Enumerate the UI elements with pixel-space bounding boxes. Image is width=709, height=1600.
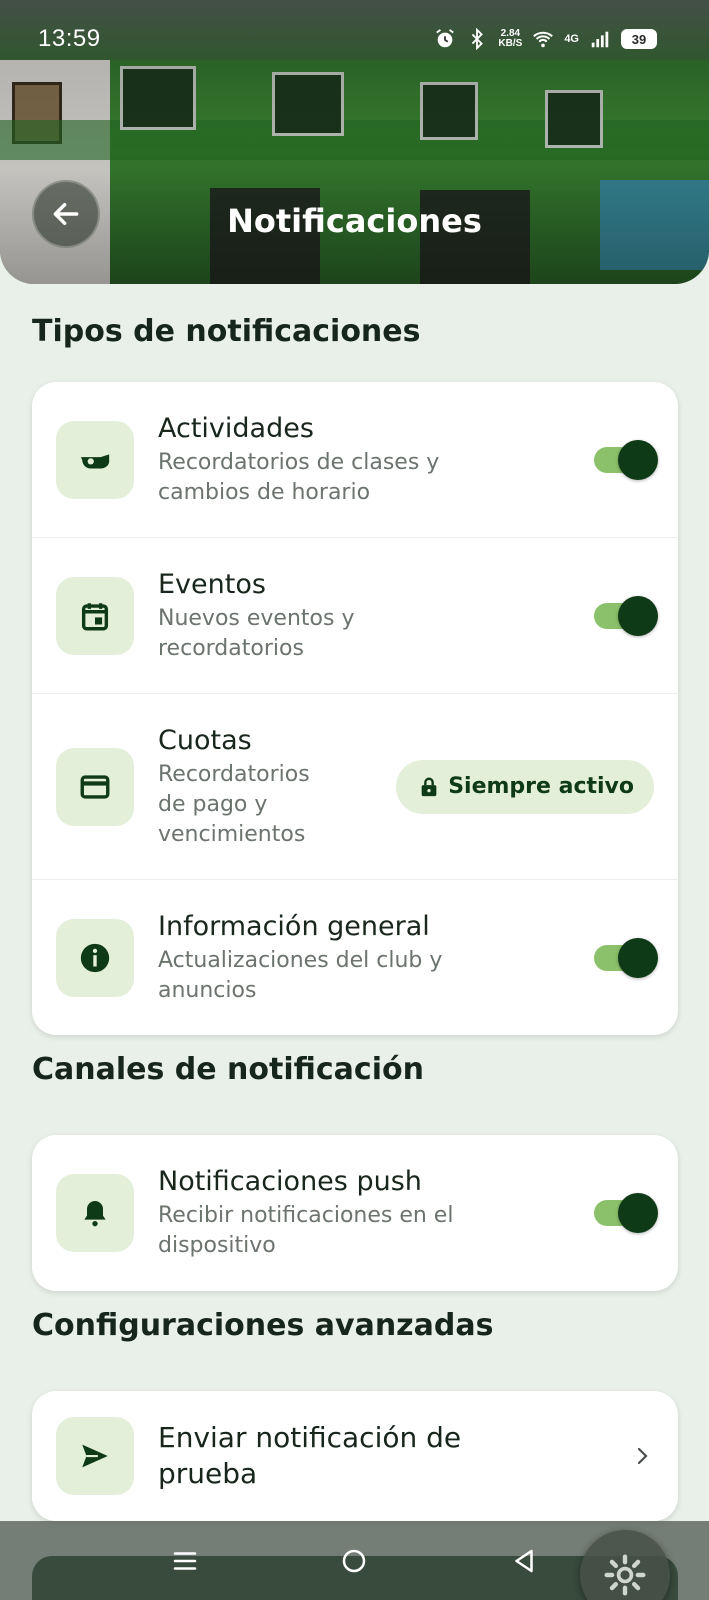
credit-card-icon bbox=[80, 774, 110, 799]
row-text: Actividades Recordatorios de clases y ca… bbox=[158, 412, 582, 508]
advanced-settings-card: Enviar notificación de prueba bbox=[32, 1391, 678, 1521]
row-informacion-general[interactable]: Información general Actualizaciones del … bbox=[32, 880, 678, 1035]
row-text: Información general Actualizaciones del … bbox=[158, 910, 582, 1006]
row-subtitle: Nuevos eventos y recordatorios bbox=[158, 604, 582, 664]
status-time: 13:59 bbox=[38, 25, 101, 52]
bluetooth-icon bbox=[472, 28, 484, 50]
status-bar: 13:59 2.84 KB/S 4G 39 bbox=[0, 0, 709, 78]
row-send-test-notification[interactable]: Enviar notificación de prueba bbox=[32, 1391, 678, 1521]
row-eventos[interactable]: Eventos Nuevos eventos y recordatorios bbox=[32, 538, 678, 694]
row-title-line: Enviar notificación de bbox=[158, 1421, 462, 1454]
row-subtitle: Recordatorios de pago y vencimientos bbox=[158, 760, 384, 850]
toggle-knob bbox=[618, 439, 658, 480]
toggle-knob bbox=[618, 595, 658, 636]
gear-icon bbox=[604, 1554, 646, 1596]
row-title: Actividades bbox=[158, 412, 314, 444]
notification-channels-card: Notificaciones push Recibir notificacion… bbox=[32, 1135, 678, 1291]
row-subtitle-line: Recibir notificaciones en el bbox=[158, 1203, 454, 1228]
net-speed-unit: KB/S bbox=[498, 38, 523, 49]
always-active-label: Siempre activo bbox=[448, 774, 634, 799]
row-push[interactable]: Notificaciones push Recibir notificacion… bbox=[32, 1135, 678, 1291]
row-cuotas: Cuotas Recordatorios de pago y vencimien… bbox=[32, 694, 678, 880]
toggle-knob bbox=[618, 937, 658, 978]
back-nav-icon[interactable] bbox=[509, 1546, 539, 1576]
calendar-icon bbox=[81, 602, 109, 630]
toggle-actividades[interactable] bbox=[594, 439, 658, 480]
bell-icon bbox=[84, 1201, 106, 1227]
notification-types-card: Actividades Recordatorios de clases y ca… bbox=[32, 382, 678, 1035]
row-title: Enviar notificación de prueba bbox=[158, 1420, 622, 1492]
row-actividades[interactable]: Actividades Recordatorios de clases y ca… bbox=[32, 382, 678, 538]
row-title: Cuotas bbox=[158, 724, 252, 756]
section-title-types: Tipos de notificaciones bbox=[32, 314, 421, 349]
toggle-knob bbox=[618, 1193, 658, 1233]
icon-box bbox=[56, 576, 134, 655]
icon-box bbox=[56, 1174, 134, 1252]
row-text: Cuotas Recordatorios de pago y vencimien… bbox=[158, 724, 384, 850]
network-type: 4G bbox=[564, 33, 579, 45]
row-title: Notificaciones push bbox=[158, 1166, 422, 1197]
row-text: Eventos Nuevos eventos y recordatorios bbox=[158, 568, 582, 664]
row-subtitle-line: Recordatorios bbox=[158, 761, 310, 787]
status-icons: 2.84 KB/S 4G 39 bbox=[434, 28, 657, 50]
row-title-line: prueba bbox=[158, 1457, 258, 1490]
toggle-informacion-general[interactable] bbox=[594, 937, 658, 978]
send-icon bbox=[82, 1444, 108, 1468]
toggle-push[interactable] bbox=[594, 1193, 658, 1233]
row-subtitle-line: de pago y bbox=[158, 791, 268, 817]
row-subtitle-line: Nuevos eventos y bbox=[158, 605, 355, 631]
row-subtitle-line: anuncios bbox=[158, 977, 257, 1003]
toggle-eventos[interactable] bbox=[594, 595, 658, 636]
row-text: Notificaciones push Recibir notificacion… bbox=[158, 1165, 582, 1261]
alarm-icon bbox=[436, 29, 455, 48]
row-subtitle-line: cambios de horario bbox=[158, 479, 371, 505]
row-subtitle-line: recordatorios bbox=[158, 635, 304, 661]
icon-box bbox=[56, 420, 134, 499]
page-title: Notificaciones bbox=[227, 202, 482, 240]
icon-box bbox=[56, 1417, 134, 1495]
row-subtitle: Recordatorios de clases y cambios de hor… bbox=[158, 448, 582, 508]
home-icon[interactable] bbox=[339, 1546, 369, 1576]
icon-box bbox=[56, 918, 134, 997]
wifi-icon bbox=[533, 31, 554, 48]
battery-indicator: 39 bbox=[621, 29, 657, 49]
signal-icon bbox=[591, 31, 609, 48]
row-subtitle: Recibir notificaciones en el dispositivo bbox=[158, 1201, 582, 1261]
row-subtitle-line: vencimientos bbox=[158, 821, 306, 847]
row-subtitle-line: Recordatorios de clases y bbox=[158, 449, 440, 475]
row-title: Información general bbox=[158, 910, 430, 942]
lock-icon bbox=[421, 777, 437, 796]
net-speed: 2.84 KB/S bbox=[498, 29, 522, 49]
icon-box bbox=[56, 747, 134, 826]
row-subtitle-line: dispositivo bbox=[158, 1233, 276, 1258]
chevron-right-icon bbox=[637, 1447, 648, 1465]
row-subtitle-line: Actualizaciones del club y bbox=[158, 947, 443, 973]
always-active-badge: Siempre activo bbox=[396, 759, 654, 814]
row-title: Eventos bbox=[158, 568, 266, 600]
info-icon bbox=[80, 943, 110, 972]
row-text: Enviar notificación de prueba bbox=[158, 1420, 622, 1492]
section-title-channels: Canales de notificación bbox=[32, 1052, 424, 1087]
section-title-advanced: Configuraciones avanzadas bbox=[32, 1308, 494, 1343]
row-subtitle: Actualizaciones del club y anuncios bbox=[158, 946, 582, 1006]
menu-icon[interactable] bbox=[170, 1546, 200, 1576]
whistle-icon bbox=[80, 453, 110, 468]
